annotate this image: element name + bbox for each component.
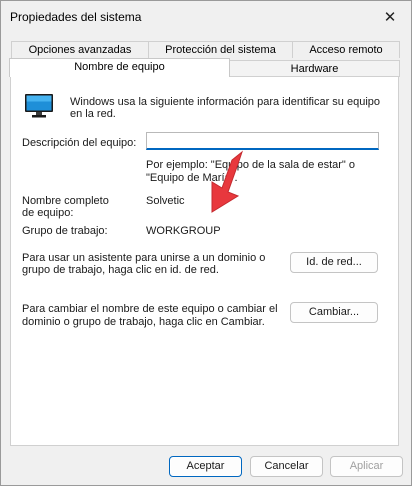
intro-text-line1: Windows usa la siguiente información par… bbox=[70, 96, 381, 108]
change-button[interactable]: Cambiar... bbox=[290, 302, 378, 323]
window-title: Propiedades del sistema bbox=[10, 10, 142, 24]
tab-computer-name[interactable]: Nombre de equipo bbox=[9, 58, 230, 77]
apply-button[interactable]: Aplicar bbox=[330, 456, 403, 477]
intro-text-line2: en la red. bbox=[70, 108, 116, 120]
description-label: Descripción del equipo: bbox=[22, 137, 137, 149]
computer-monitor-icon bbox=[25, 94, 53, 118]
tab-remote-access[interactable]: Acceso remoto bbox=[292, 41, 400, 58]
change-text-line1: Para cambiar el nombre de este equipo o … bbox=[22, 303, 278, 315]
full-name-value: Solvetic bbox=[146, 195, 185, 207]
tab-system-protection[interactable]: Protección del sistema bbox=[148, 41, 293, 58]
example-text-line1: Por ejemplo: "Equipo de la sala de estar… bbox=[146, 159, 355, 171]
change-text-line2: dominio o grupo de trabajo, haga clic en… bbox=[22, 316, 265, 328]
network-id-button[interactable]: Id. de red... bbox=[290, 252, 378, 273]
workgroup-label: Grupo de trabajo: bbox=[22, 225, 108, 237]
cancel-button[interactable]: Cancelar bbox=[250, 456, 323, 477]
tab-advanced-options[interactable]: Opciones avanzadas bbox=[11, 41, 149, 58]
example-text-line2: "Equipo de María". bbox=[146, 172, 238, 184]
close-icon[interactable]: ✕ bbox=[377, 5, 403, 29]
title-bar[interactable]: Propiedades del sistema ✕ bbox=[1, 1, 411, 33]
network-id-text-line2: grupo de trabajo, haga clic en id. de re… bbox=[22, 264, 219, 276]
workgroup-value: WORKGROUP bbox=[146, 225, 221, 237]
accept-button[interactable]: Aceptar bbox=[169, 456, 242, 477]
full-name-label-line2: de equipo: bbox=[22, 207, 74, 219]
description-input[interactable] bbox=[146, 132, 379, 150]
tab-hardware[interactable]: Hardware bbox=[229, 60, 400, 77]
